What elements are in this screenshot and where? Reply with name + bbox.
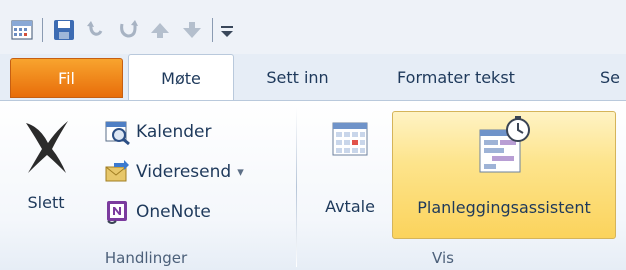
chevron-down-icon[interactable]: ▾: [237, 165, 244, 180]
videresend-label: Videresend: [136, 162, 232, 182]
calendar-icon: [105, 121, 130, 145]
tab-fil[interactable]: Fil: [10, 58, 123, 98]
kalender-button[interactable]: Kalender: [104, 115, 211, 149]
group-label-vis: Vis: [432, 249, 454, 267]
onenote-label: OneNote: [136, 202, 211, 222]
group-label-handlinger: Handlinger: [104, 249, 188, 267]
onenote-icon: [107, 201, 127, 224]
calendar-icon[interactable]: [10, 18, 34, 42]
slett-button[interactable]: Slett: [16, 113, 76, 212]
tab-mote[interactable]: Møte: [128, 54, 234, 101]
customize-icon[interactable]: [216, 18, 240, 42]
ribbon-tabs: Fil Møte Sett inn Formater tekst Se: [0, 54, 626, 101]
group-handlinger: Slett Kalender Videresend ▾ OneNote Hand…: [0, 101, 292, 270]
tab-sett-inn[interactable]: Sett inn: [251, 54, 344, 100]
save-icon[interactable]: [52, 18, 76, 42]
avtale-label: Avtale: [325, 197, 375, 216]
scheduling-assistant-icon: [479, 116, 530, 173]
kalender-label: Kalender: [136, 122, 212, 142]
avtale-button[interactable]: Avtale: [312, 119, 388, 216]
qat-separator: [212, 18, 213, 42]
undo-icon[interactable]: [84, 18, 108, 42]
group-separator: [296, 107, 297, 267]
down-arrow-icon[interactable]: [180, 18, 204, 42]
tab-se[interactable]: Se: [600, 54, 626, 100]
delete-icon: [26, 121, 68, 173]
planleggingsassistent-button[interactable]: Planleggingsassistent: [392, 111, 616, 239]
slett-label: Slett: [27, 193, 65, 212]
forward-icon: [105, 160, 129, 182]
tab-formater-tekst[interactable]: Formater tekst: [379, 54, 533, 100]
qat-separator: [42, 18, 43, 42]
appointment-icon: [332, 122, 368, 156]
planleggingsassistent-label: Planleggingsassistent: [417, 198, 591, 217]
ribbon-body: Slett Kalender Videresend ▾ OneNote Hand…: [0, 100, 626, 270]
quick-access-toolbar: [0, 0, 626, 54]
onenote-button[interactable]: OneNote: [104, 195, 211, 229]
videresend-button[interactable]: Videresend ▾: [104, 155, 244, 189]
group-vis: Avtale Planleggingsassistent Vis: [300, 101, 626, 270]
up-arrow-icon[interactable]: [148, 18, 172, 42]
redo-icon[interactable]: [116, 18, 140, 42]
